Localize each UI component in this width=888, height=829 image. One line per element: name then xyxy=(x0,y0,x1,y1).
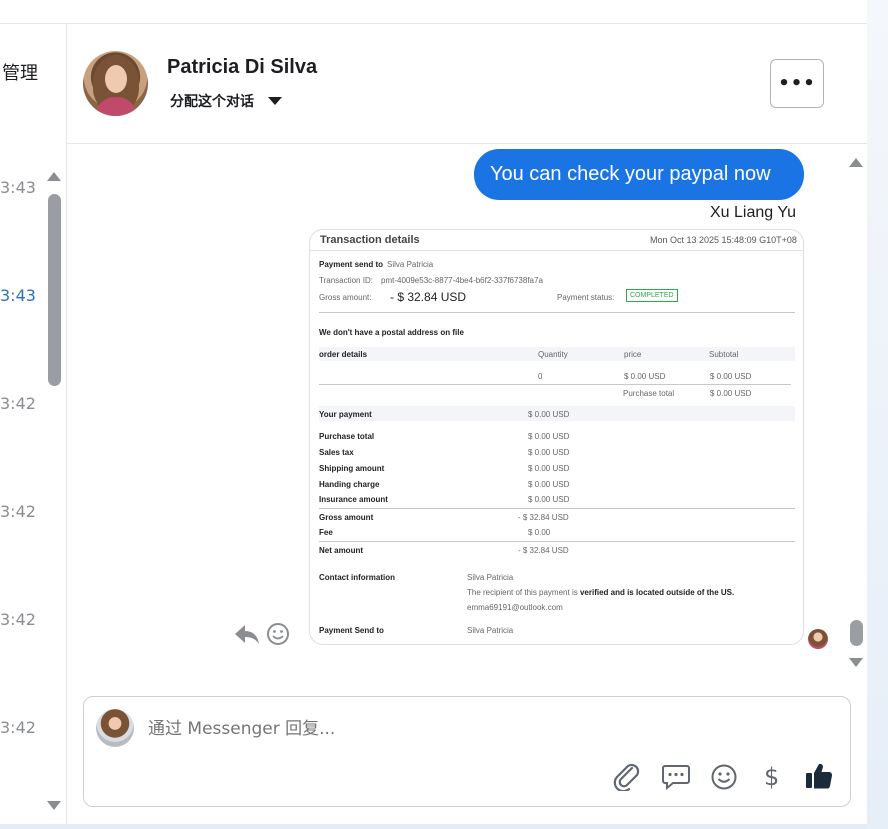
manage-link[interactable]: 管理 xyxy=(2,59,38,85)
svg-text:$: $ xyxy=(764,763,779,791)
order-subtotal: $ 0.00 USD xyxy=(710,372,752,381)
gross-label: Gross amount xyxy=(319,513,374,522)
payment-dollar-icon[interactable]: $ xyxy=(759,763,785,791)
order-header-subtotal: Subtotal xyxy=(709,350,739,359)
composer-avatar xyxy=(96,709,134,747)
reply-icon[interactable] xyxy=(233,622,261,646)
payment-send-to2-label: Payment Send to xyxy=(319,626,384,635)
order-header-price: price xyxy=(624,350,642,359)
list-scroll-down-arrow[interactable] xyxy=(47,801,61,810)
breakdown-value: $ 0.00 USD xyxy=(528,448,570,457)
caret-down-icon[interactable] xyxy=(268,97,282,105)
window-edge xyxy=(867,0,888,829)
breakdown-value: $ 0.00 USD xyxy=(528,495,570,504)
payment-send-to-value: Silva Patricia xyxy=(387,260,434,269)
fee-value: $ 0.00 xyxy=(528,528,551,537)
list-scroll-up-arrow[interactable] xyxy=(47,172,61,181)
receipt-date: Mon Oct 13 2025 15:48:09 G10T+08 xyxy=(650,235,797,245)
transaction-id-value: pmt-4009e53c-8877-4be4-b6f2-337f6738fa7a xyxy=(381,276,543,285)
list-scrollbar-thumb[interactable] xyxy=(48,194,61,386)
purchase-total-value: $ 0.00 USD xyxy=(710,389,752,398)
breakdown-value: $ 0.00 USD xyxy=(528,432,570,441)
gross-amount-value: - $ 32.84 USD xyxy=(390,290,467,304)
transaction-id-label: Transaction ID: xyxy=(319,276,373,285)
breakdown-label: Handing charge xyxy=(319,480,380,489)
breakdown-label: Sales tax xyxy=(319,448,354,457)
order-header-quantity: Quantity xyxy=(538,350,568,359)
outgoing-message-bubble[interactable]: You can check your paypal now xyxy=(474,149,804,200)
message-thread: You can check your paypal now Xu Liang Y… xyxy=(67,145,867,685)
receipt-title: Transaction details xyxy=(320,234,420,246)
payment-status-label: Payment status: xyxy=(557,293,615,302)
list-item-time[interactable]: 3:42 xyxy=(0,394,36,413)
assign-conversation-dropdown[interactable]: 分配这个对话 xyxy=(170,91,254,111)
thread-scroll-down-arrow[interactable] xyxy=(849,658,863,667)
reply-composer: $ xyxy=(83,696,851,807)
saved-replies-icon[interactable] xyxy=(661,763,691,791)
payment-send-to-label: Payment send to xyxy=(319,260,384,269)
transaction-receipt-image[interactable]: Transaction details Mon Oct 13 2025 15:4… xyxy=(309,229,804,645)
list-item-time[interactable]: 3:42 xyxy=(0,502,36,521)
more-options-button[interactable]: ••• xyxy=(770,59,824,108)
contact-email: emma69191@outlook.com xyxy=(467,603,563,612)
fee-label: Fee xyxy=(319,528,333,537)
list-item-time[interactable]: 3:42 xyxy=(0,610,36,629)
thread-scrollbar-thumb[interactable] xyxy=(850,620,863,646)
attachment-icon[interactable] xyxy=(612,763,642,791)
thread-scroll-up-arrow[interactable] xyxy=(849,158,863,167)
order-header-details: order details xyxy=(319,350,368,359)
message-sender-name: Xu Liang Yu xyxy=(710,204,797,221)
window-bottom-edge xyxy=(0,824,867,829)
payment-send-to2-value: Silva Patricia xyxy=(467,626,514,635)
emoji-icon[interactable] xyxy=(710,763,738,791)
conversation-header: Patricia Di Silva 分配这个对话 ••• xyxy=(67,24,867,144)
postal-note: We don't have a postal address on file xyxy=(319,328,464,337)
conversation-list: 管理 3:43 3:43 3:42 3:42 3:42 3:42 xyxy=(0,24,67,824)
thumbs-up-icon[interactable] xyxy=(804,761,834,791)
gross-amount-label: Gross amount: xyxy=(319,293,372,302)
breakdown-label: Shipping amount xyxy=(319,464,385,473)
contact-info-note: The recipient of this payment is verifie… xyxy=(467,588,735,597)
breakdown-label: Insurance amount xyxy=(319,495,388,504)
list-item-time[interactable]: 3:42 xyxy=(0,718,36,737)
contact-avatar[interactable] xyxy=(83,51,148,116)
your-payment-label: Your payment xyxy=(319,410,372,419)
order-price: $ 0.00 USD xyxy=(624,372,666,381)
breakdown-value: $ 0.00 USD xyxy=(528,480,570,489)
seen-by-avatar xyxy=(808,629,828,649)
breakdown-value: $ 0.00 USD xyxy=(528,464,570,473)
contact-info-name: Silva Patricia xyxy=(467,573,514,582)
reply-input[interactable] xyxy=(148,715,748,743)
order-quantity: 0 xyxy=(538,372,543,381)
contact-name[interactable]: Patricia Di Silva xyxy=(167,56,317,79)
net-value: - $ 32.84 USD xyxy=(518,546,569,555)
net-label: Net amount xyxy=(319,546,363,555)
breakdown-label: Purchase total xyxy=(319,432,375,441)
emoji-reaction-icon[interactable] xyxy=(266,622,290,646)
gross-value: - $ 32.84 USD xyxy=(518,513,569,522)
your-payment-value: $ 0.00 USD xyxy=(528,410,570,419)
top-bar xyxy=(0,0,867,24)
list-item-time[interactable]: 3:43 xyxy=(0,286,36,305)
list-item-time[interactable]: 3:43 xyxy=(0,178,36,197)
purchase-total-label: Purchase total xyxy=(623,389,675,398)
payment-status-badge: COMPLETED xyxy=(626,289,678,302)
contact-info-label: Contact information xyxy=(319,573,395,582)
